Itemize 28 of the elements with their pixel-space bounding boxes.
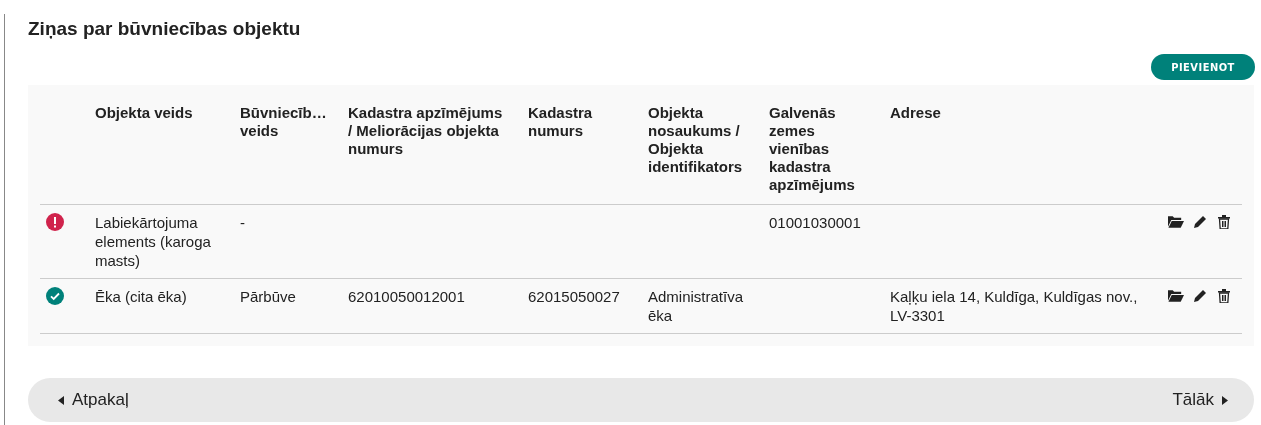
column-header: Kadastra apzīmējums / Meliorācijas objekta numurs [336,97,516,205]
column-header: Kadastra numurs [516,97,636,205]
left-triangle-icon [58,395,64,405]
table-cell: 62015050027 [528,288,620,305]
section-title: Ziņas par būvniecības objektu [28,17,302,41]
column-header: Objekta veids [83,97,228,205]
trash-icon[interactable] [1216,215,1232,229]
column-header: Būvniecīb… veids [228,97,336,205]
column-header: Objekta nosaukums / Objekta identifikators [636,97,757,205]
table-cell: Pārbūve [240,288,296,305]
table-cell: Kaļķu iela 14, Kuldīga, Kuldīgas nov., LV-3301 [890,288,1138,324]
pencil-icon[interactable] [1192,289,1208,303]
folder-icon[interactable] [1168,215,1184,229]
column-header: Galvenās zemes vienības kadastra apzīmējums [757,97,878,205]
table-cell: 01001030001 [769,214,861,231]
back-link[interactable]: Atpakaļ [58,390,129,410]
table-cell: Labiekārtojuma elements (karoga masts) [95,214,211,269]
folder-icon[interactable] [1168,289,1184,303]
table-cell: - [240,214,245,231]
table-cell: 62010050012001 [348,288,465,305]
table-cell: Ēka (cita ēka) [95,288,187,305]
column-header: Adrese [878,97,1153,205]
right-triangle-icon [1222,395,1228,405]
add-button[interactable]: PIEVIENOT [1151,54,1255,80]
trash-icon[interactable] [1216,289,1232,303]
table-cell: Administratīva ēka [648,288,744,324]
next-link[interactable]: Tālāk [1172,390,1228,410]
pencil-icon[interactable] [1192,215,1208,229]
